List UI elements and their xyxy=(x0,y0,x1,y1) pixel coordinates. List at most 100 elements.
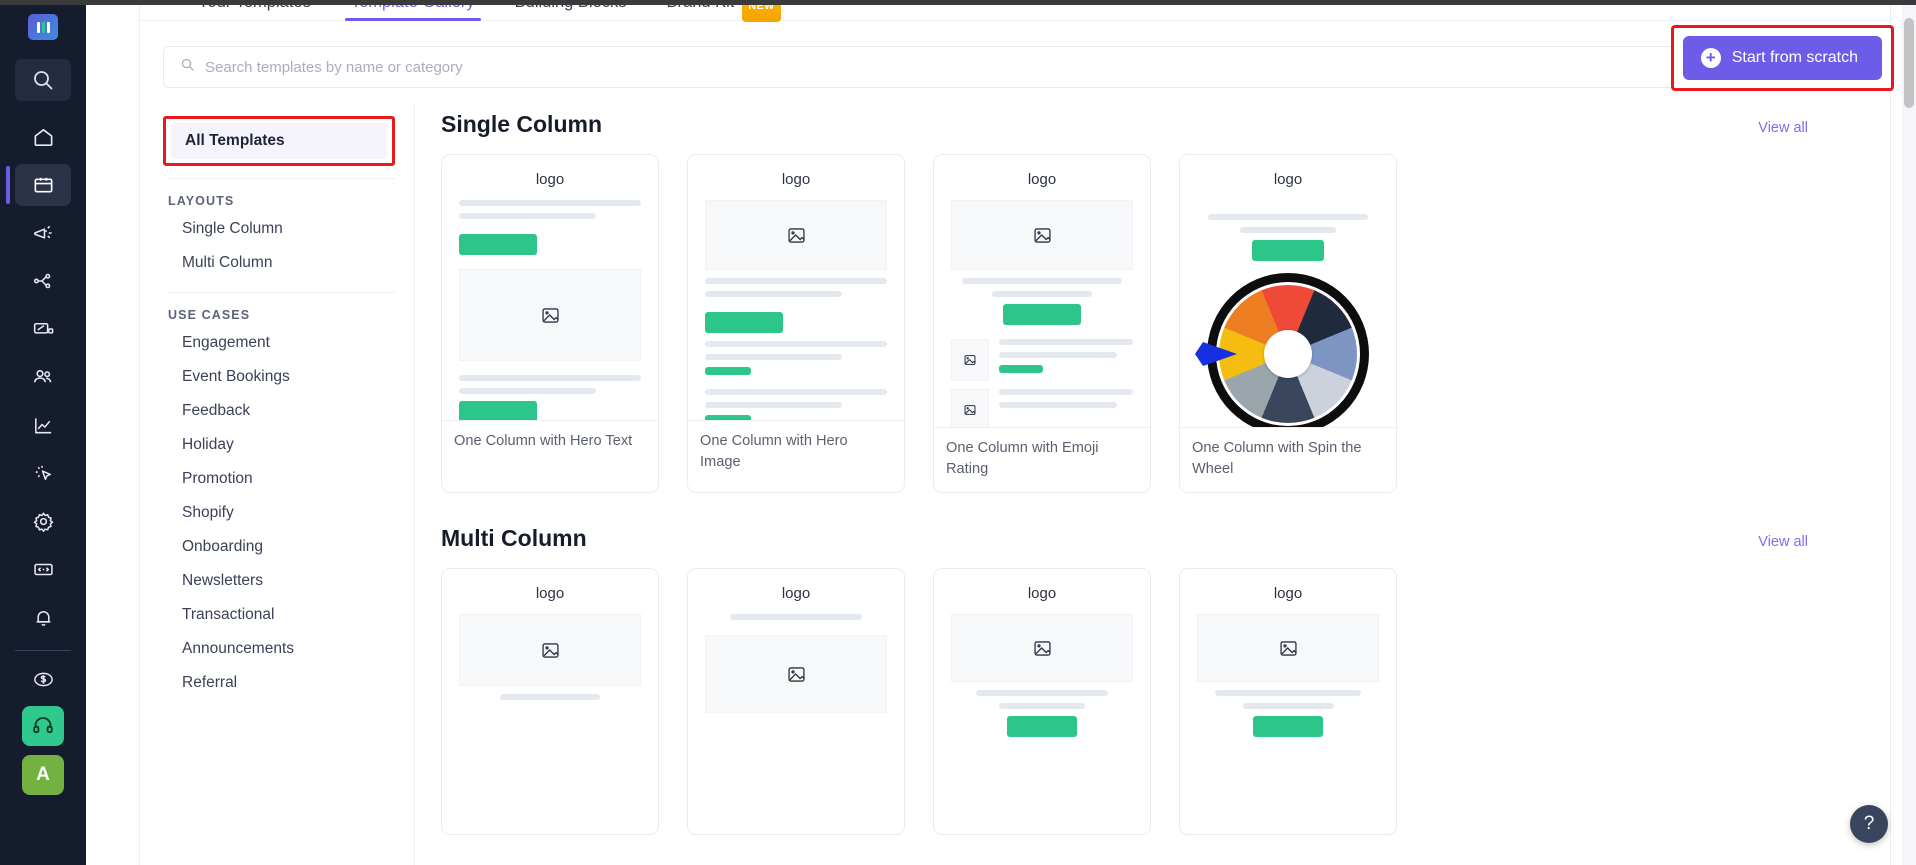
settings-icon[interactable] xyxy=(15,500,71,542)
all-templates-annotation: All Templates xyxy=(163,116,395,166)
preview-line xyxy=(459,375,641,381)
preview-line xyxy=(459,388,596,394)
view-all-multi-column[interactable]: View all xyxy=(1758,534,1808,550)
left-gutter xyxy=(86,0,139,865)
home-icon[interactable] xyxy=(15,116,71,158)
template-card[interactable]: logo xyxy=(687,568,905,836)
preview-logo: logo xyxy=(781,585,811,603)
filter-item-multi-column[interactable]: Multi Column xyxy=(163,246,414,280)
spin-wheel-icon xyxy=(1195,273,1369,427)
automation-icon[interactable] xyxy=(15,452,71,494)
preview-line xyxy=(999,352,1117,358)
analytics-icon[interactable] xyxy=(15,404,71,446)
start-from-scratch-button[interactable]: + Start from scratch xyxy=(1682,36,1882,80)
forms-icon[interactable] xyxy=(15,308,71,350)
preview-image-placeholder xyxy=(951,389,989,427)
filter-item-onboarding[interactable]: Onboarding xyxy=(163,530,414,564)
campaigns-icon[interactable] xyxy=(15,212,71,254)
template-preview: logo xyxy=(442,155,658,420)
filter-item-promotion[interactable]: Promotion xyxy=(163,462,414,496)
preview-cta xyxy=(459,401,538,420)
scrollbar-thumb[interactable] xyxy=(1904,18,1914,108)
preview-cta xyxy=(999,365,1044,373)
preview-cta xyxy=(705,312,784,333)
preview-logo: logo xyxy=(1027,171,1057,188)
template-preview: logo xyxy=(688,155,904,420)
preview-logo: logo xyxy=(535,585,565,603)
filter-item-shopify[interactable]: Shopify xyxy=(163,496,414,530)
filter-item-feedback[interactable]: Feedback xyxy=(163,394,414,428)
content-panel: Your Templates Template Gallery Building… xyxy=(139,0,1894,865)
preview-line xyxy=(976,690,1108,697)
preview-image-placeholder xyxy=(951,200,1133,270)
preview-cta xyxy=(1253,716,1323,738)
view-all-single-column[interactable]: View all xyxy=(1758,120,1808,136)
template-preview: logo xyxy=(442,569,658,835)
plus-icon: + xyxy=(1700,48,1721,68)
section-title: Multi Column xyxy=(441,525,587,552)
preview-line xyxy=(730,614,862,621)
template-card[interactable]: logo xyxy=(687,154,905,494)
preview-line xyxy=(705,341,887,347)
preview-line xyxy=(1239,227,1337,233)
template-gallery: Single Column View all logo One Column w… xyxy=(415,103,1890,865)
template-preview: logo xyxy=(934,569,1150,835)
preview-image-placeholder xyxy=(705,200,887,270)
template-card[interactable]: logo xyxy=(933,568,1151,836)
filter-item-announcements[interactable]: Announcements xyxy=(163,632,414,666)
scrollbar-track[interactable] xyxy=(1902,0,1916,865)
preview-line xyxy=(459,213,596,219)
preview-image-placeholder xyxy=(459,269,641,361)
section-header-multi-column: Multi Column View all xyxy=(441,525,1890,552)
template-preview: logo xyxy=(934,155,1150,427)
preview-cta xyxy=(1007,716,1077,738)
preview-image-placeholder xyxy=(951,614,1133,683)
avatar[interactable]: A xyxy=(22,755,64,795)
support-icon[interactable] xyxy=(22,706,64,746)
template-card[interactable]: logo xyxy=(1179,154,1397,494)
filter-item-event-bookings[interactable]: Event Bookings xyxy=(163,360,414,394)
template-card[interactable]: logo xyxy=(1179,568,1397,836)
preview-cta xyxy=(1002,304,1082,325)
filter-all-templates[interactable]: All Templates xyxy=(171,123,387,159)
preview-line xyxy=(999,339,1133,345)
help-button[interactable]: ? xyxy=(1850,805,1888,843)
preview-line xyxy=(459,200,641,206)
filter-item-engagement[interactable]: Engagement xyxy=(163,326,414,360)
templates-icon[interactable] xyxy=(6,164,71,206)
section-title: Single Column xyxy=(441,111,602,137)
preview-line xyxy=(999,703,1085,710)
notifications-icon[interactable] xyxy=(15,596,71,638)
section-header-single-column: Single Column View all xyxy=(441,111,1890,138)
preview-cta xyxy=(459,234,538,255)
card-row-multi-column: logo logo logo logo xyxy=(441,568,1890,836)
preview-line xyxy=(705,402,842,408)
app-logo[interactable] xyxy=(28,14,58,40)
preview-line xyxy=(1242,703,1334,710)
filter-item-holiday[interactable]: Holiday xyxy=(163,428,414,462)
contacts-icon[interactable] xyxy=(15,356,71,398)
primary-sidebar: A xyxy=(0,0,86,865)
template-card[interactable]: logo xyxy=(441,568,659,836)
filter-item-single-column[interactable]: Single Column xyxy=(163,212,414,246)
filter-group-title-layouts: LAYOUTS xyxy=(168,194,235,208)
preview-line xyxy=(1207,214,1369,220)
preview-line xyxy=(499,694,601,701)
journeys-icon[interactable] xyxy=(15,260,71,302)
card-row-single-column: logo One Column with Hero Text logo One … xyxy=(441,154,1890,494)
billing-icon[interactable] xyxy=(15,658,71,700)
template-preview: logo xyxy=(1180,155,1396,427)
preview-logo: logo xyxy=(1273,171,1303,188)
template-card[interactable]: logo xyxy=(441,154,659,494)
preview-line xyxy=(999,389,1133,395)
filter-item-referral[interactable]: Referral xyxy=(163,666,414,700)
search-icon[interactable] xyxy=(15,59,71,101)
preview-cta xyxy=(1251,240,1325,261)
filter-sidebar: All Templates LAYOUTS Single Column Mult… xyxy=(140,103,415,865)
template-card[interactable]: logo xyxy=(933,154,1151,494)
search-input[interactable]: Search templates by name or category xyxy=(163,46,1867,88)
developers-icon[interactable] xyxy=(15,548,71,590)
filter-item-newsletters[interactable]: Newsletters xyxy=(163,564,414,598)
filter-item-transactional[interactable]: Transactional xyxy=(163,598,414,632)
filter-group-title-use-cases: USE CASES xyxy=(168,308,251,322)
